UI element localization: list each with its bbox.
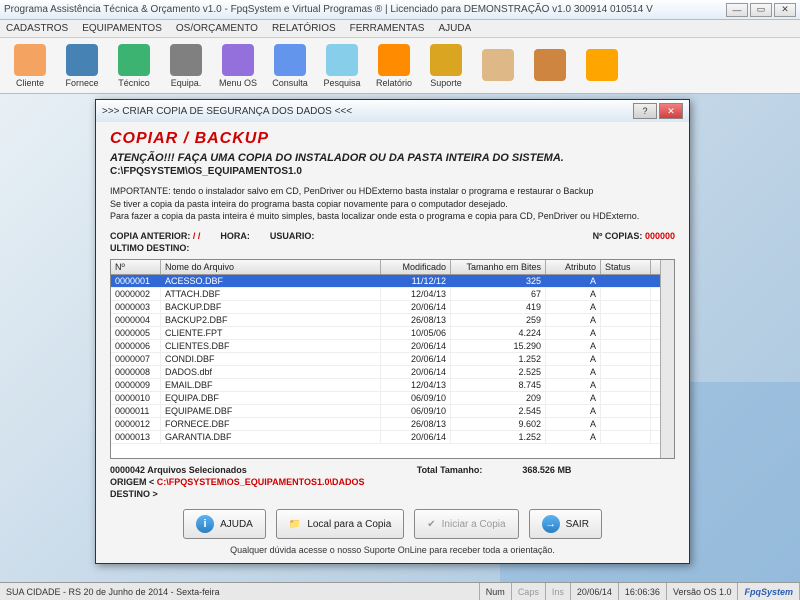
menu-equipamentos[interactable]: EQUIPAMENTOS (82, 23, 162, 34)
footer-note: Qualquer dúvida acesse o nosso Suporte O… (110, 545, 675, 555)
close-button[interactable]: ✕ (774, 3, 796, 17)
toolbar-item-Suporte[interactable]: Suporte (422, 44, 470, 88)
toolbar-item-Fornece[interactable]: Fornece (58, 44, 106, 88)
dialog-help-button[interactable]: ? (633, 103, 657, 119)
backup-header: COPIAR / BACKUP (110, 130, 675, 148)
dialog-close-button[interactable]: ✕ (659, 103, 683, 119)
ajuda-button[interactable]: i AJUDA (183, 509, 266, 539)
toolbar-label: Pesquisa (323, 78, 360, 88)
status-time: 16:06:36 (619, 583, 667, 600)
toolbar-item-Técnico[interactable]: Técnico (110, 44, 158, 88)
table-row[interactable]: 0000006CLIENTES.DBF20/06/1415.290A (111, 340, 660, 353)
table-row[interactable]: 0000013GARANTIA.DBF20/06/141.252A (111, 431, 660, 444)
toolbar-icon (118, 44, 150, 76)
main-title-text: Programa Assistência Técnica & Orçamento… (4, 4, 726, 15)
grid-scrollbar[interactable] (660, 260, 674, 458)
toolbar-item-Relatório[interactable]: Relatório (370, 44, 418, 88)
info-icon: i (196, 515, 214, 533)
toolbar-item-11[interactable] (578, 49, 626, 83)
info-block: IMPORTANTE: tendo o instalador salvo em … (110, 185, 675, 223)
toolbar-label: Relatório (376, 78, 412, 88)
iniciar-copia-button[interactable]: ✔ Iniciar a Copia (414, 509, 518, 539)
folder-icon: 📁 (289, 519, 301, 530)
status-brand: FpqSystem (738, 583, 800, 600)
table-row[interactable]: 0000007CONDI.DBF20/06/141.252A (111, 353, 660, 366)
status-date: 20/06/14 (571, 583, 619, 600)
table-row[interactable]: 0000008DADOS.dbf20/06/142.525A (111, 366, 660, 379)
toolbar-label: Técnico (118, 78, 150, 88)
menu-cadastros[interactable]: CADASTROS (6, 23, 68, 34)
system-path: C:\FPQSYSTEM\OS_EQUIPAMENTOS1.0 (110, 166, 675, 177)
table-row[interactable]: 0000001ACESSO.DBF11/12/12325A (111, 275, 660, 288)
main-titlebar: Programa Assistência Técnica & Orçamento… (0, 0, 800, 20)
toolbar-item-Pesquisa[interactable]: Pesquisa (318, 44, 366, 88)
toolbar-icon (534, 49, 566, 81)
toolbar-icon (274, 44, 306, 76)
toolbar-label: Equipa. (171, 78, 202, 88)
table-row[interactable]: 0000011EQUIPAME.DBF06/09/102.545A (111, 405, 660, 418)
backup-dialog: >>> CRIAR COPIA DE SEGURANÇA DOS DADOS <… (95, 99, 690, 564)
menu-relatorios[interactable]: RELATÓRIOS (272, 23, 336, 34)
menu-ferramentas[interactable]: FERRAMENTAS (350, 23, 425, 34)
toolbar-label: Consulta (272, 78, 308, 88)
toolbar-label: Menu OS (219, 78, 257, 88)
table-row[interactable]: 0000009EMAIL.DBF12/04/138.745A (111, 379, 660, 392)
toolbar-item-9[interactable] (474, 49, 522, 83)
maximize-button[interactable]: ▭ (750, 3, 772, 17)
dialog-titlebar: >>> CRIAR COPIA DE SEGURANÇA DOS DADOS <… (96, 100, 689, 122)
toolbar-icon (482, 49, 514, 81)
status-ins: Ins (546, 583, 571, 600)
table-row[interactable]: 0000010EQUIPA.DBF06/09/10209A (111, 392, 660, 405)
toolbar-icon (222, 44, 254, 76)
menu-ajuda[interactable]: AJUDA (438, 23, 471, 34)
grid-header: Nº Nome do Arquivo Modificado Tamanho em… (111, 260, 660, 275)
meta-row: COPIA ANTERIOR: / / HORA: USUARIO: Nº CO… (110, 231, 675, 241)
content-area: >>> CRIAR COPIA DE SEGURANÇA DOS DADOS <… (0, 94, 800, 582)
toolbar-label: Suporte (430, 78, 462, 88)
toolbar-item-Menu OS[interactable]: Menu OS (214, 44, 262, 88)
statusbar: SUA CIDADE - RS 20 de Junho de 2014 - Se… (0, 582, 800, 600)
file-grid[interactable]: Nº Nome do Arquivo Modificado Tamanho em… (110, 259, 675, 459)
table-row[interactable]: 0000005CLIENTE.FPT10/05/064.224A (111, 327, 660, 340)
status-caps: Caps (512, 583, 546, 600)
toolbar-item-10[interactable] (526, 49, 574, 83)
status-num: Num (480, 583, 512, 600)
toolbar-icon (66, 44, 98, 76)
sair-button[interactable]: → SAIR (529, 509, 602, 539)
attention-text: ATENÇÃO!!! FAÇA UMA COPIA DO INSTALADOR … (110, 152, 675, 164)
dialog-title-text: >>> CRIAR COPIA DE SEGURANÇA DOS DADOS <… (102, 106, 633, 117)
minimize-button[interactable]: — (726, 3, 748, 17)
table-row[interactable]: 0000003BACKUP.DBF20/06/14419A (111, 301, 660, 314)
toolbar-icon (170, 44, 202, 76)
toolbar-icon (430, 44, 462, 76)
toolbar-icon (326, 44, 358, 76)
ultimo-destino-row: ULTIMO DESTINO: (110, 243, 675, 253)
check-icon: ✔ (427, 519, 435, 530)
toolbar-item-Equipa.[interactable]: Equipa. (162, 44, 210, 88)
table-row[interactable]: 0000002ATTACH.DBF12/04/1367A (111, 288, 660, 301)
summary-row: 0000042 Arquivos Selecionados Total Tama… (110, 465, 675, 475)
toolbar-icon (14, 44, 46, 76)
status-city: SUA CIDADE - RS 20 de Junho de 2014 - Se… (0, 583, 480, 600)
toolbar-icon (586, 49, 618, 81)
table-row[interactable]: 0000004BACKUP2.DBF26/08/13259A (111, 314, 660, 327)
status-version: Versão OS 1.0 (667, 583, 739, 600)
menubar: CADASTROS EQUIPAMENTOS OS/ORÇAMENTO RELA… (0, 20, 800, 38)
menu-osorcamento[interactable]: OS/ORÇAMENTO (176, 23, 258, 34)
toolbar-item-Cliente[interactable]: Cliente (6, 44, 54, 88)
toolbar-label: Fornece (65, 78, 98, 88)
toolbar-label: Cliente (16, 78, 44, 88)
table-row[interactable]: 0000012FORNECE.DBF26/08/139.602A (111, 418, 660, 431)
destino-row: DESTINO > (110, 489, 675, 499)
arrow-right-icon: → (542, 515, 560, 533)
toolbar-icon (378, 44, 410, 76)
local-copia-button[interactable]: 📁 Local para a Copia (276, 509, 404, 539)
origem-row: ORIGEM < C:\FPQSYSTEM\OS_EQUIPAMENTOS1.0… (110, 477, 675, 487)
toolbar: Cliente Fornece Técnico Equipa. Menu OS Consu… (0, 38, 800, 94)
toolbar-item-Consulta[interactable]: Consulta (266, 44, 314, 88)
